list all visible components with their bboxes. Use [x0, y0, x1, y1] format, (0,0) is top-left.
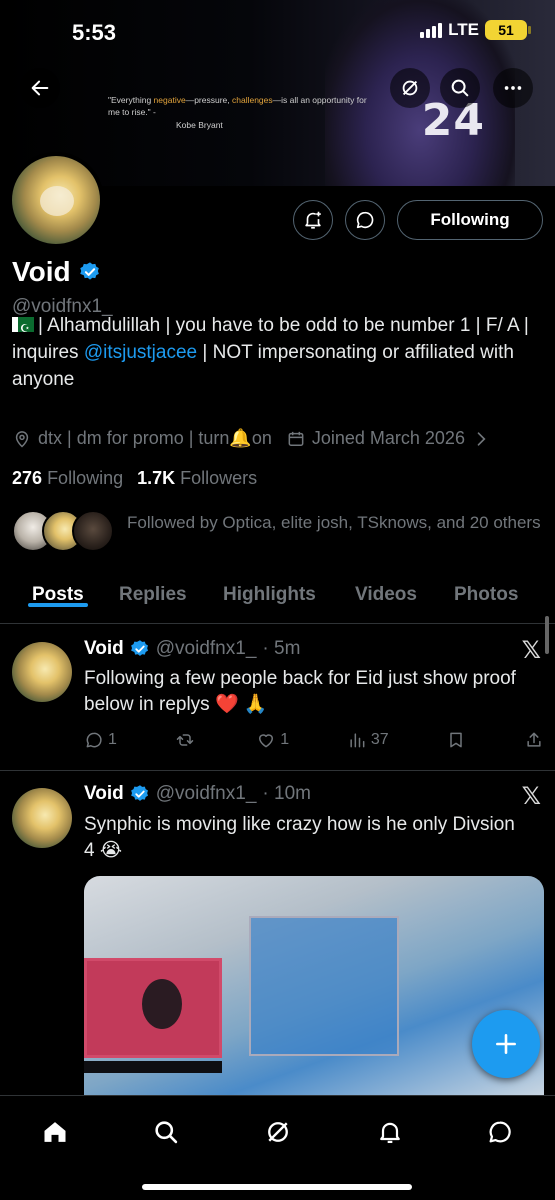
message-bubble-icon [489, 1121, 511, 1143]
tab-videos[interactable]: Videos [355, 576, 417, 606]
search-icon [451, 79, 469, 97]
verified-badge-icon[interactable] [79, 261, 101, 283]
tab-replies[interactable]: Replies [119, 576, 187, 606]
repost-icon [176, 734, 193, 746]
reply-button[interactable]: 1 [84, 730, 117, 750]
views-button[interactable]: 37 [347, 730, 389, 750]
video-scene-wall [249, 916, 399, 1056]
post-text: Following a few people back for Eid just… [84, 668, 516, 715]
status-indicators: LTE 51 [420, 20, 531, 40]
nav-home[interactable] [35, 1112, 75, 1152]
post-time: · 5m [262, 638, 301, 659]
video-overlay-bar [84, 1061, 222, 1073]
compose-button[interactable] [472, 1010, 540, 1078]
post-author-handle: @voidfnx1_ [155, 783, 257, 804]
verified-badge-icon [130, 785, 148, 801]
views-chart-icon [350, 733, 365, 748]
post-actions: 1 1 37 [84, 730, 544, 750]
nav-grok[interactable] [258, 1112, 298, 1152]
arrow-left-icon [31, 80, 49, 96]
search-button[interactable] [440, 68, 480, 108]
post-author-name[interactable]: Void [84, 783, 124, 805]
followed-by-section[interactable]: Followed by Optica, elite josh, TSknows,… [12, 510, 541, 552]
post-video-thumbnail[interactable] [84, 876, 544, 1096]
followed-by-text: Followed by Optica, elite josh, TSknows,… [127, 513, 541, 532]
battery-icon: 51 [485, 20, 531, 40]
profile-avatar[interactable] [8, 152, 104, 248]
profile-tabs: Posts Replies Highlights Videos Photos [0, 576, 555, 624]
post-divider [0, 770, 555, 771]
message-bubble-icon [356, 211, 374, 229]
profile-location: dtx | dm for promo | turn🔔on [38, 428, 272, 448]
share-button[interactable] [524, 730, 544, 750]
signal-icon [420, 22, 443, 38]
notify-button[interactable] [293, 200, 333, 240]
grok-icon [268, 1122, 288, 1142]
bookmark-icon [450, 732, 463, 748]
message-button[interactable] [345, 200, 385, 240]
scrollbar[interactable] [545, 616, 549, 654]
video-facecam [84, 958, 222, 1058]
banner-quote-author: Kobe Bryant [176, 120, 223, 130]
profile-stats: 276 Following 1.7K Followers [12, 468, 257, 489]
home-indicator[interactable] [142, 1184, 412, 1190]
repost-button[interactable] [175, 730, 199, 750]
follower-avatar [72, 510, 114, 552]
bio-mention-link[interactable]: @itsjustjacee [84, 342, 197, 363]
home-icon [44, 1122, 66, 1142]
nav-notifications[interactable] [370, 1112, 410, 1152]
tab-photos[interactable]: Photos [454, 576, 518, 606]
name-row: Void [12, 256, 101, 288]
network-label: LTE [448, 20, 479, 39]
post-avatar[interactable] [12, 788, 72, 848]
tab-highlights[interactable]: Highlights [223, 576, 316, 606]
like-button[interactable]: 1 [256, 730, 289, 750]
following-button[interactable]: Following [397, 200, 543, 240]
status-time: 5:53 [72, 20, 117, 45]
share-icon [527, 732, 541, 747]
followers-count-link[interactable]: 1.7K Followers [137, 468, 257, 489]
post-author-handle: @voidfnx1_ [155, 638, 257, 659]
bell-icon [380, 1122, 400, 1144]
more-icon [504, 86, 522, 90]
nav-search[interactable] [146, 1112, 186, 1152]
grok-button[interactable] [390, 68, 430, 108]
post-avatar[interactable] [12, 642, 72, 702]
bookmark-button[interactable] [446, 730, 466, 750]
back-button[interactable] [20, 68, 60, 108]
post-author-name[interactable]: Void [84, 638, 124, 660]
search-icon [155, 1121, 178, 1144]
profile-joined: Joined March 2026 [311, 428, 465, 448]
verified-badge-icon [130, 640, 148, 656]
profile-bio: | Alhamdulillah | you have to be odd to … [12, 312, 542, 393]
x-logo-icon[interactable]: 𝕏 [522, 782, 541, 810]
post-time: · 10m [262, 783, 311, 804]
calendar-icon [288, 431, 304, 446]
post-header: Void @voidfnx1_ · 5m [84, 638, 300, 660]
profile-meta: dtx | dm for promo | turn🔔on Joined Marc… [12, 428, 491, 449]
display-name: Void [12, 256, 71, 287]
plus-icon [496, 1034, 516, 1054]
post-header: Void @voidfnx1_ · 10m [84, 783, 311, 805]
x-logo-icon[interactable]: 𝕏 [522, 636, 541, 664]
post-text: Synphic is moving like crazy how is he o… [84, 814, 515, 861]
more-button[interactable] [493, 68, 533, 108]
tab-posts[interactable]: Posts [28, 576, 88, 607]
nav-messages[interactable] [480, 1112, 520, 1152]
banner-quote: "Everything negative—pressure, challenge… [108, 95, 367, 117]
pakistan-flag-icon [12, 315, 34, 342]
following-count-link[interactable]: 276 Following [12, 468, 123, 489]
heart-icon [259, 734, 274, 748]
grok-icon [402, 80, 418, 96]
bell-plus-icon [305, 211, 321, 229]
chevron-right-icon[interactable] [471, 429, 491, 449]
location-pin-icon [15, 430, 29, 448]
reply-icon [86, 732, 102, 748]
